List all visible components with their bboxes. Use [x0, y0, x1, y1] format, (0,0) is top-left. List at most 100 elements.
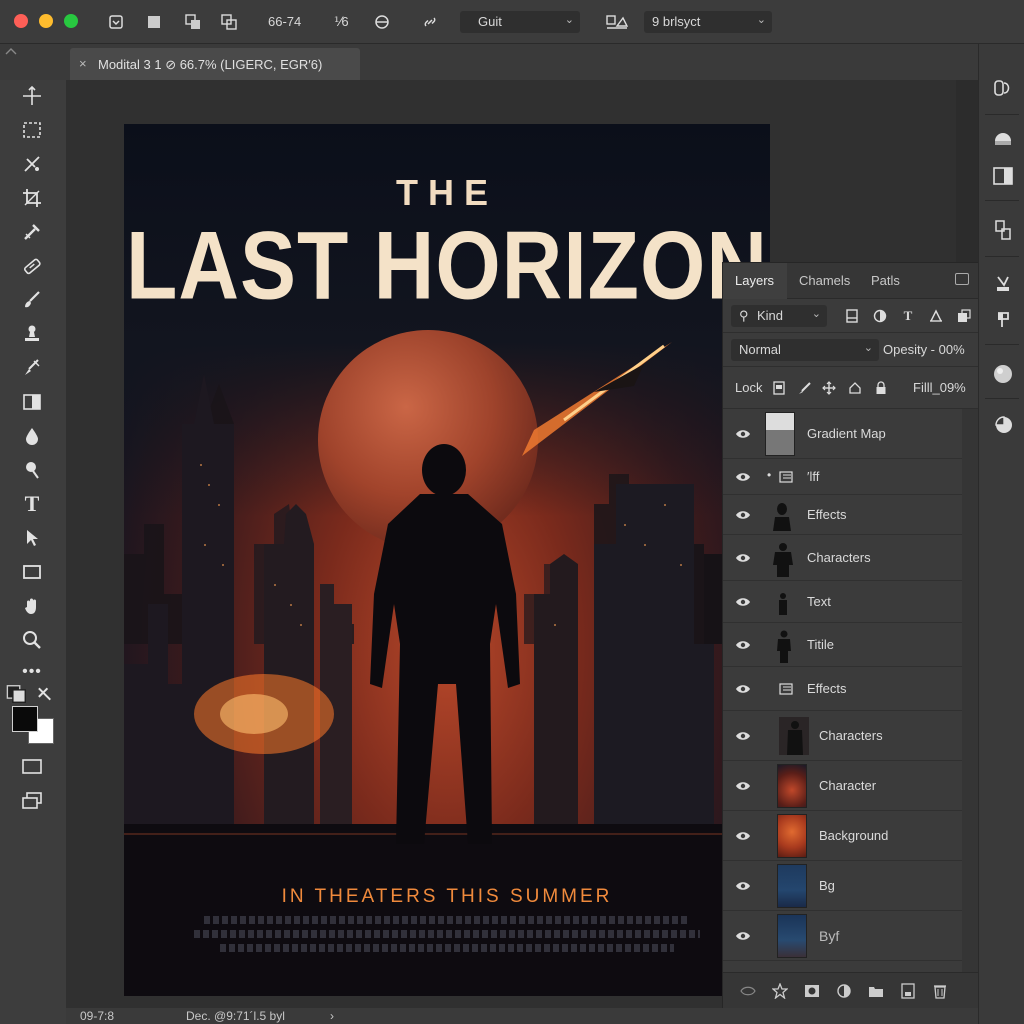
maximize-window-button[interactable]	[64, 14, 78, 28]
visibility-eye-icon[interactable]	[735, 428, 751, 440]
minimize-window-button[interactable]	[39, 14, 53, 28]
visibility-eye-icon[interactable]	[735, 509, 751, 521]
layer-row[interactable]: Effects	[723, 495, 963, 535]
layer-row[interactable]: Character	[723, 761, 963, 811]
eraser-tool-icon[interactable]	[18, 388, 46, 416]
layer-row[interactable]: • ′lff	[723, 459, 963, 495]
visibility-eye-icon[interactable]	[735, 830, 751, 842]
toolbar-collapse-handle[interactable]	[0, 44, 17, 60]
visibility-eye-icon[interactable]	[735, 780, 751, 792]
tab-paths[interactable]: Patls	[871, 273, 900, 288]
visibility-eye-icon[interactable]	[735, 596, 751, 608]
libraries-panel-icon[interactable]	[991, 126, 1015, 150]
visibility-eye-icon[interactable]	[735, 880, 751, 892]
zoom-level[interactable]: 09-7:8	[80, 1009, 114, 1023]
add-selection-icon[interactable]	[183, 12, 203, 32]
foreground-color-swatch[interactable]	[12, 706, 38, 732]
default-colors-icon[interactable]	[6, 680, 28, 708]
properties-panel-icon[interactable]	[991, 76, 1015, 100]
layer-row[interactable]: Background	[723, 811, 963, 861]
blur-tool-icon[interactable]	[18, 422, 46, 450]
link-layers-icon[interactable]	[739, 982, 757, 1000]
visibility-eye-icon[interactable]	[735, 683, 751, 695]
lock-transparency-icon[interactable]	[771, 380, 787, 396]
lock-all-icon[interactable]	[873, 380, 889, 396]
layer-row[interactable]: Effects	[723, 667, 963, 711]
tab-layers[interactable]: Layers	[735, 273, 774, 288]
lasso-tool-icon[interactable]	[18, 150, 46, 178]
swap-colors-icon[interactable]	[36, 680, 56, 708]
zoom-tool-icon[interactable]	[18, 626, 46, 654]
clone-stamp-tool-icon[interactable]	[18, 320, 46, 348]
layer-row[interactable]: Text	[723, 581, 963, 623]
document-info[interactable]: Dec. @9:71´l.5 byl	[186, 1009, 285, 1023]
pixel-filter-icon[interactable]	[843, 307, 861, 325]
smart-object-filter-icon[interactable]	[955, 307, 973, 325]
fill-control[interactable]: Filll_09%	[913, 380, 966, 395]
layer-row[interactable]: Gradient Map	[723, 409, 963, 459]
rectangle-tool-icon[interactable]	[18, 558, 46, 586]
history-brush-tool-icon[interactable]	[18, 354, 46, 382]
layer-row[interactable]: Titile	[723, 623, 963, 667]
paragraph-panel-icon[interactable]	[991, 308, 1015, 332]
hand-tool-icon[interactable]	[18, 592, 46, 620]
add-mask-icon[interactable]	[803, 982, 821, 1000]
brush-tool-icon[interactable]	[18, 286, 46, 314]
screen-mode-icon[interactable]	[18, 786, 46, 814]
layer-style-icon[interactable]	[771, 982, 789, 1000]
path-selection-tool-icon[interactable]	[18, 524, 46, 552]
panel-menu-icon[interactable]	[955, 273, 969, 285]
visibility-eye-icon[interactable]	[735, 730, 751, 742]
move-tool-icon[interactable]	[18, 82, 46, 110]
lock-position-icon[interactable]	[821, 380, 837, 396]
eyedropper-tool-icon[interactable]	[18, 218, 46, 246]
brush-settings-icon[interactable]	[991, 272, 1015, 296]
feather-value[interactable]: 66-74	[268, 14, 301, 29]
visibility-eye-icon[interactable]	[735, 471, 751, 483]
blend-mode-dropdown[interactable]: Normal ⌄	[731, 339, 879, 361]
new-group-icon[interactable]	[867, 982, 885, 1000]
new-selection-icon[interactable]	[144, 12, 164, 32]
healing-tool-icon[interactable]	[18, 252, 46, 280]
adjustment-layer-icon[interactable]	[835, 982, 853, 1000]
new-layer-icon[interactable]	[899, 982, 917, 1000]
layer-row[interactable]: Characters	[723, 711, 963, 761]
status-expand-icon[interactable]: ›	[330, 1009, 334, 1023]
marquee-tool-icon[interactable]	[18, 116, 46, 144]
poster-artwork[interactable]: THE LAST HORIZON IN THEATERS THIS SUMMER	[124, 124, 770, 996]
visibility-eye-icon[interactable]	[735, 930, 751, 942]
tab-channels[interactable]: Chamels	[799, 273, 850, 288]
layer-row[interactable]: Bg	[723, 861, 963, 911]
opacity-control[interactable]: Opesity - 00%	[883, 342, 965, 357]
swatches-panel-icon[interactable]	[991, 412, 1015, 436]
history-panel-icon[interactable]	[991, 218, 1015, 242]
layer-row[interactable]: Byf	[723, 911, 963, 961]
visibility-eye-icon[interactable]	[735, 639, 751, 651]
ratio-value[interactable]: ⅟6	[334, 14, 349, 30]
crop-tool-icon[interactable]	[18, 184, 46, 212]
mode-dropdown[interactable]: 9 brlsyct ⌄	[644, 11, 772, 33]
antialias-icon[interactable]	[372, 12, 392, 32]
shape-filter-icon[interactable]	[927, 307, 945, 325]
select-mask-icon[interactable]	[604, 12, 630, 32]
quick-mask-icon[interactable]	[18, 752, 46, 780]
lock-artboard-icon[interactable]	[847, 380, 863, 396]
dodge-tool-icon[interactable]	[18, 456, 46, 484]
home-icon[interactable]	[106, 12, 126, 32]
color-panel-icon[interactable]	[991, 362, 1015, 386]
link-icon[interactable]	[420, 12, 440, 32]
style-dropdown[interactable]: Guit ⌄	[460, 11, 580, 33]
close-tab-icon[interactable]: ×	[79, 56, 87, 71]
type-filter-icon[interactable]: T	[899, 307, 917, 325]
adjustments-panel-icon[interactable]	[991, 164, 1015, 188]
layer-row[interactable]: Characters	[723, 535, 963, 581]
adjustment-filter-icon[interactable]	[871, 307, 889, 325]
lock-pixels-icon[interactable]	[797, 380, 813, 396]
subtract-selection-icon[interactable]	[219, 12, 239, 32]
close-window-button[interactable]	[14, 14, 28, 28]
type-tool-icon[interactable]: T	[18, 490, 46, 518]
visibility-eye-icon[interactable]	[735, 552, 751, 564]
document-tab[interactable]: × Modital 3 1 ⊘ 66.7% (LIGERC, EGR′6)	[70, 48, 360, 80]
kind-filter-dropdown[interactable]: ⚲ Kind ⌄	[731, 305, 827, 327]
layers-scrollbar[interactable]	[962, 409, 978, 975]
